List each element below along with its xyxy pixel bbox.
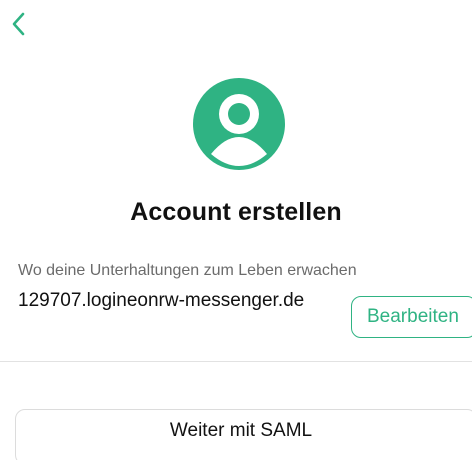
- avatar: [193, 78, 285, 170]
- divider: [0, 361, 472, 362]
- chevron-left-icon: [12, 12, 25, 36]
- person-icon: [211, 94, 267, 166]
- page-title: Account erstellen: [130, 198, 342, 226]
- server-subtitle: Wo deine Unterhaltungen zum Leben erwach…: [18, 262, 357, 279]
- create-account-screen: Account erstellen Wo deine Unterhaltunge…: [0, 0, 472, 460]
- server-domain: 129707.logineonrw-messenger.de: [18, 290, 305, 311]
- continue-with-saml-button[interactable]: Weiter mit SAML: [15, 409, 472, 460]
- edit-server-button[interactable]: Bearbeiten: [351, 296, 472, 338]
- back-button[interactable]: [4, 6, 34, 42]
